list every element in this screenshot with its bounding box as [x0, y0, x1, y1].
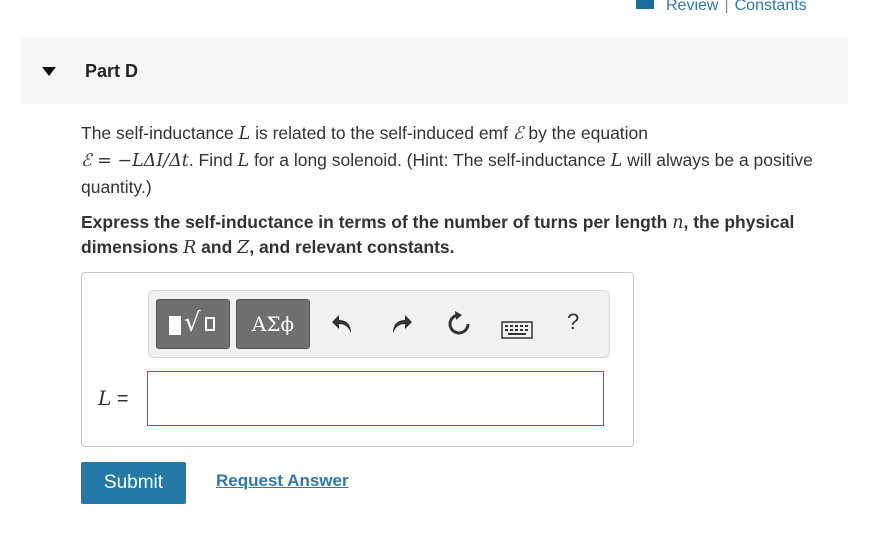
redo-icon[interactable] [387, 309, 415, 339]
help-icon[interactable]: ? [567, 309, 579, 335]
answer-input[interactable] [147, 371, 604, 426]
answer-box: √ ΑΣϕ ? L = [81, 272, 634, 447]
request-answer-link[interactable]: Request Answer [216, 471, 349, 491]
submit-button[interactable]: Submit [81, 462, 186, 504]
box-icon [205, 317, 215, 331]
header-links: Review | Constants [636, 0, 807, 16]
book-icon [636, 0, 654, 9]
part-title: Part D [85, 61, 139, 81]
radical-icon: √ [184, 308, 201, 338]
instruction-text: Express the self-inductance in terms of … [81, 212, 795, 258]
part-header[interactable]: Part D [21, 37, 848, 104]
link-separator: | [724, 0, 729, 14]
collapse-caret-icon[interactable] [42, 67, 56, 76]
templates-button[interactable]: √ [156, 299, 230, 349]
answer-label: L = [98, 386, 129, 410]
symbols-button[interactable]: ΑΣϕ [236, 299, 310, 349]
undo-icon[interactable] [329, 309, 357, 339]
question-text: The self-inductance L is related to the … [81, 123, 813, 197]
reset-icon[interactable] [445, 309, 473, 339]
review-link[interactable]: Review [666, 0, 718, 15]
constants-link[interactable]: Constants [735, 0, 807, 15]
templates-icon [169, 316, 181, 335]
keyboard-icon[interactable] [501, 315, 533, 345]
math-toolbar: √ ΑΣϕ ? [148, 290, 610, 358]
